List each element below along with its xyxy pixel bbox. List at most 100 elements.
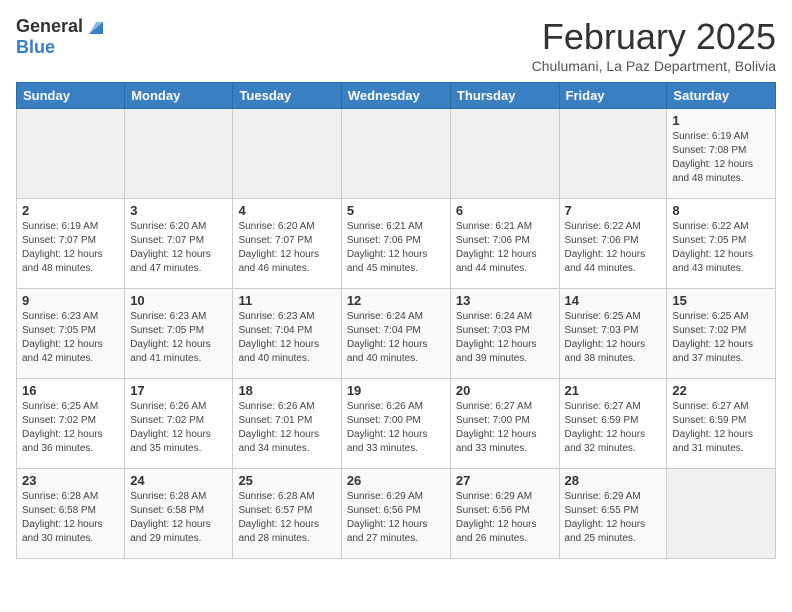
day-number: 8 (672, 203, 770, 218)
calendar-cell: 6 Sunrise: 6:21 AM Sunset: 7:06 PM Daylig… (450, 199, 559, 289)
calendar-table: SundayMondayTuesdayWednesdayThursdayFrid… (16, 82, 776, 559)
calendar-week-row: 23Sunrise: 6:28 AM Sunset: 6:58 PM Dayli… (17, 469, 776, 559)
day-number: 10 (130, 293, 227, 308)
calendar-cell: 21Sunrise: 6:27 AM Sunset: 6:59 PM Dayli… (559, 379, 667, 469)
calendar-week-row: 2Sunrise: 6:19 AM Sunset: 7:07 PM Daylig… (17, 199, 776, 289)
day-number: 28 (565, 473, 662, 488)
weekday-header-tuesday: Tuesday (233, 83, 341, 109)
calendar-cell: 15 Sunrise: 6:25 AM Sunset: 7:02 PM Dayli… (667, 289, 776, 379)
calendar-cell (559, 109, 667, 199)
calendar-cell: 25 Sunrise: 6:28 AM Sunset: 6:57 PM Dayli… (233, 469, 341, 559)
day-info: Sunrise: 6:29 AM Sunset: 6:56 PM Dayligh… (347, 490, 445, 546)
day-number: 11 (238, 293, 335, 308)
day-number: 15 (672, 293, 770, 308)
day-info: Sunrise: 6:19 AM Sunset: 7:07 PM Dayligh… (22, 220, 119, 276)
weekday-header-sunday: Sunday (17, 83, 125, 109)
calendar-header-row: SundayMondayTuesdayWednesdayThursdayFrid… (17, 83, 776, 109)
calendar-cell: 20 Sunrise: 6:27 AM Sunset: 7:00 PM Dayli… (450, 379, 559, 469)
day-number: 13 (456, 293, 554, 308)
logo-general-text: General (16, 17, 83, 37)
day-number: 6 (456, 203, 554, 218)
day-info: Sunrise: 6:21 AM Sunset: 7:06 PM Dayligh… (456, 220, 554, 276)
calendar-cell: 5 Sunrise: 6:21 AM Sunset: 7:06 PM Daylig… (341, 199, 450, 289)
day-info: Sunrise: 6:20 AM Sunset: 7:07 PM Dayligh… (130, 220, 227, 276)
day-number: 26 (347, 473, 445, 488)
calendar-week-row: 16 Sunrise: 6:25 AM Sunset: 7:02 PM Dayli… (17, 379, 776, 469)
weekday-header-friday: Friday (559, 83, 667, 109)
day-number: 16 (22, 383, 119, 398)
calendar-cell: 26 Sunrise: 6:29 AM Sunset: 6:56 PM Dayli… (341, 469, 450, 559)
calendar-cell: 16 Sunrise: 6:25 AM Sunset: 7:02 PM Dayli… (17, 379, 125, 469)
day-number: 12 (347, 293, 445, 308)
calendar-cell (450, 109, 559, 199)
calendar-cell: 11 Sunrise: 6:23 AM Sunset: 7:04 PM Dayli… (233, 289, 341, 379)
calendar-week-row: 9 Sunrise: 6:23 AM Sunset: 7:05 PM Daylig… (17, 289, 776, 379)
day-info: Sunrise: 6:25 AM Sunset: 7:02 PM Dayligh… (672, 310, 770, 366)
month-year-title: February 2025 (532, 16, 776, 58)
weekday-header-saturday: Saturday (667, 83, 776, 109)
calendar-cell: 8 Sunrise: 6:22 AM Sunset: 7:05 PM Daylig… (667, 199, 776, 289)
calendar-cell: 28Sunrise: 6:29 AM Sunset: 6:55 PM Dayli… (559, 469, 667, 559)
calendar-cell: 17 Sunrise: 6:26 AM Sunset: 7:02 PM Dayli… (125, 379, 233, 469)
day-info: Sunrise: 6:23 AM Sunset: 7:04 PM Dayligh… (238, 310, 335, 366)
calendar-cell: 1 Sunrise: 6:19 AM Sunset: 7:08 PM Daylig… (667, 109, 776, 199)
calendar-cell: 9 Sunrise: 6:23 AM Sunset: 7:05 PM Daylig… (17, 289, 125, 379)
day-number: 27 (456, 473, 554, 488)
weekday-header-wednesday: Wednesday (341, 83, 450, 109)
calendar-cell: 13 Sunrise: 6:24 AM Sunset: 7:03 PM Dayli… (450, 289, 559, 379)
day-info: Sunrise: 6:26 AM Sunset: 7:02 PM Dayligh… (130, 400, 227, 456)
day-info: Sunrise: 6:19 AM Sunset: 7:08 PM Dayligh… (672, 130, 770, 186)
calendar-cell: 22 Sunrise: 6:27 AM Sunset: 6:59 PM Dayli… (667, 379, 776, 469)
day-info: Sunrise: 6:24 AM Sunset: 7:03 PM Dayligh… (456, 310, 554, 366)
day-number: 22 (672, 383, 770, 398)
calendar-cell: 23Sunrise: 6:28 AM Sunset: 6:58 PM Dayli… (17, 469, 125, 559)
calendar-cell (667, 469, 776, 559)
calendar-cell: 3 Sunrise: 6:20 AM Sunset: 7:07 PM Daylig… (125, 199, 233, 289)
day-info: Sunrise: 6:27 AM Sunset: 6:59 PM Dayligh… (672, 400, 770, 456)
logo: General Blue (16, 16, 107, 58)
calendar-cell: 10 Sunrise: 6:23 AM Sunset: 7:05 PM Dayli… (125, 289, 233, 379)
title-block: February 2025 Chulumani, La Paz Departme… (532, 16, 776, 74)
day-number: 5 (347, 203, 445, 218)
logo-blue-text: Blue (16, 38, 55, 58)
day-number: 24 (130, 473, 227, 488)
day-number: 18 (238, 383, 335, 398)
calendar-cell: 12 Sunrise: 6:24 AM Sunset: 7:04 PM Dayli… (341, 289, 450, 379)
day-info: Sunrise: 6:23 AM Sunset: 7:05 PM Dayligh… (130, 310, 227, 366)
weekday-header-monday: Monday (125, 83, 233, 109)
page-header: General Blue February 2025 Chulumani, La… (16, 16, 776, 74)
day-number: 1 (672, 113, 770, 128)
day-info: Sunrise: 6:24 AM Sunset: 7:04 PM Dayligh… (347, 310, 445, 366)
calendar-cell (341, 109, 450, 199)
day-info: Sunrise: 6:27 AM Sunset: 7:00 PM Dayligh… (456, 400, 554, 456)
day-info: Sunrise: 6:28 AM Sunset: 6:57 PM Dayligh… (238, 490, 335, 546)
calendar-cell: 27Sunrise: 6:29 AM Sunset: 6:56 PM Dayli… (450, 469, 559, 559)
day-info: Sunrise: 6:25 AM Sunset: 7:03 PM Dayligh… (565, 310, 662, 366)
day-number: 14 (565, 293, 662, 308)
day-number: 25 (238, 473, 335, 488)
calendar-cell: 2Sunrise: 6:19 AM Sunset: 7:07 PM Daylig… (17, 199, 125, 289)
weekday-header-thursday: Thursday (450, 83, 559, 109)
day-info: Sunrise: 6:26 AM Sunset: 7:01 PM Dayligh… (238, 400, 335, 456)
calendar-cell: 14 Sunrise: 6:25 AM Sunset: 7:03 PM Dayli… (559, 289, 667, 379)
day-number: 9 (22, 293, 119, 308)
day-info: Sunrise: 6:22 AM Sunset: 7:05 PM Dayligh… (672, 220, 770, 276)
calendar-cell: 4 Sunrise: 6:20 AM Sunset: 7:07 PM Daylig… (233, 199, 341, 289)
day-info: Sunrise: 6:21 AM Sunset: 7:06 PM Dayligh… (347, 220, 445, 276)
calendar-week-row: 1 Sunrise: 6:19 AM Sunset: 7:08 PM Daylig… (17, 109, 776, 199)
day-info: Sunrise: 6:25 AM Sunset: 7:02 PM Dayligh… (22, 400, 119, 456)
calendar-cell (125, 109, 233, 199)
calendar-cell: 18 Sunrise: 6:26 AM Sunset: 7:01 PM Dayli… (233, 379, 341, 469)
day-number: 7 (565, 203, 662, 218)
day-number: 23 (22, 473, 119, 488)
day-number: 20 (456, 383, 554, 398)
day-number: 19 (347, 383, 445, 398)
calendar-cell: 7Sunrise: 6:22 AM Sunset: 7:06 PM Daylig… (559, 199, 667, 289)
day-number: 17 (130, 383, 227, 398)
day-info: Sunrise: 6:20 AM Sunset: 7:07 PM Dayligh… (238, 220, 335, 276)
day-number: 3 (130, 203, 227, 218)
day-info: Sunrise: 6:23 AM Sunset: 7:05 PM Dayligh… (22, 310, 119, 366)
day-number: 4 (238, 203, 335, 218)
calendar-cell: 24Sunrise: 6:28 AM Sunset: 6:58 PM Dayli… (125, 469, 233, 559)
day-info: Sunrise: 6:26 AM Sunset: 7:00 PM Dayligh… (347, 400, 445, 456)
